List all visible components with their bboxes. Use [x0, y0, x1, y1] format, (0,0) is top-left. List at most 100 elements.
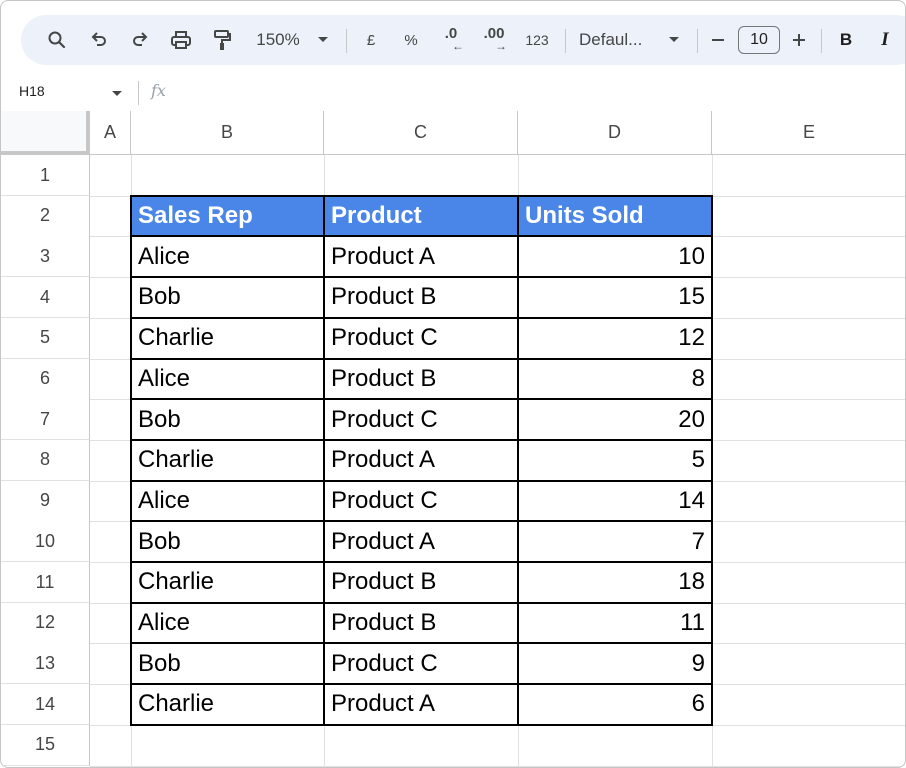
table-cell[interactable]: 12 [518, 318, 712, 359]
row-header-6[interactable]: 6 [1, 358, 90, 400]
table-cell[interactable]: 6 [518, 684, 712, 725]
cell-reference: H18 [19, 83, 45, 99]
table-cell[interactable]: Bob [131, 521, 324, 562]
table-cell[interactable]: 20 [518, 399, 712, 440]
table-cell[interactable]: Product A [324, 236, 518, 277]
sheet-grid[interactable]: A B C D E 1 2 3 4 5 6 7 8 9 10 11 12 13 14 15 Sales Rep Produ… [1, 111, 905, 767]
decrease-decimal-button[interactable]: .0 ← [435, 15, 467, 65]
table-cell[interactable]: Product B [324, 359, 518, 400]
font-select[interactable]: Defaul... [579, 15, 655, 65]
table-cell[interactable]: Charlie [131, 318, 324, 359]
currency-label: £ [366, 31, 376, 49]
percent-format-button[interactable]: % [399, 15, 423, 65]
row-header-12[interactable]: 12 [1, 602, 90, 644]
toolbar: 150% £ % .0 ← .00 → 123 Defaul... 10 B I [21, 15, 905, 65]
table-cell[interactable]: 10 [518, 236, 712, 277]
table-cell[interactable]: Alice [131, 359, 324, 400]
table-border [130, 642, 713, 645]
zoom-select[interactable]: 150% [249, 15, 307, 65]
table-cell[interactable]: Charlie [131, 440, 324, 481]
table-cell[interactable]: 11 [518, 603, 712, 644]
column-header-b[interactable]: B [131, 111, 324, 155]
font-size-input[interactable]: 10 [738, 26, 780, 54]
table-cell[interactable]: 15 [518, 277, 712, 318]
name-box[interactable]: H18 [19, 83, 45, 99]
table-cell[interactable]: Product C [324, 643, 518, 684]
print-icon[interactable] [167, 15, 195, 65]
table-header-cell[interactable]: Product [324, 195, 518, 237]
paint-format-icon[interactable] [208, 15, 236, 65]
increase-font-size-icon[interactable] [788, 15, 810, 65]
column-header-a[interactable]: A [90, 111, 131, 155]
number-format-button[interactable]: 123 [521, 15, 553, 65]
table-cell[interactable]: Product C [324, 318, 518, 359]
italic-label: I [881, 29, 889, 50]
row-header-9[interactable]: 9 [1, 480, 90, 522]
table-cell[interactable]: 8 [518, 359, 712, 400]
search-icon[interactable] [43, 15, 71, 65]
row-header-1[interactable]: 1 [1, 155, 90, 196]
row-header-10[interactable]: 10 [1, 521, 90, 563]
table-cell[interactable]: Charlie [131, 562, 324, 603]
decrease-font-size-icon[interactable] [707, 15, 729, 65]
table-cell[interactable]: 9 [518, 643, 712, 684]
table-cell[interactable]: Product C [324, 481, 518, 522]
table-cell[interactable]: 18 [518, 562, 712, 603]
table-cell[interactable]: Product B [324, 603, 518, 644]
table-cell[interactable]: Product A [324, 684, 518, 725]
table-cell[interactable]: Product A [324, 440, 518, 481]
toolbar-divider [697, 29, 698, 53]
table-border [130, 479, 713, 482]
table-border [130, 683, 713, 686]
select-all-corner[interactable] [1, 111, 90, 155]
table-cell[interactable]: Alice [131, 603, 324, 644]
row-header-15[interactable]: 15 [1, 724, 90, 766]
italic-button[interactable]: I [874, 15, 896, 65]
font-value: Defaul... [579, 30, 643, 49]
percent-label: % [404, 31, 418, 49]
toolbar-divider [346, 29, 347, 53]
bold-button[interactable]: B [835, 15, 857, 65]
table-border [130, 194, 713, 197]
row-header-11[interactable]: 11 [1, 562, 90, 603]
font-size-value: 10 [750, 31, 768, 48]
increase-decimal-button[interactable]: .00 → [477, 15, 511, 65]
table-cell[interactable]: Product C [324, 399, 518, 440]
toolbar-divider [821, 29, 822, 53]
undo-icon[interactable] [85, 15, 113, 65]
row-header-2[interactable]: 2 [1, 195, 90, 237]
table-cell[interactable]: Product B [324, 277, 518, 318]
table-cell[interactable]: Bob [131, 277, 324, 318]
zoom-dropdown-icon[interactable] [313, 15, 333, 65]
table-cell[interactable]: Alice [131, 481, 324, 522]
table-cell[interactable]: 7 [518, 521, 712, 562]
row-header-13[interactable]: 13 [1, 643, 90, 685]
column-header-c[interactable]: C [324, 111, 518, 155]
row-header-14[interactable]: 14 [1, 684, 90, 726]
column-header-e[interactable]: E [712, 111, 905, 155]
redo-icon[interactable] [126, 15, 154, 65]
table-cell[interactable]: Alice [131, 236, 324, 277]
table-cell[interactable]: Product A [324, 521, 518, 562]
column-header-d[interactable]: D [518, 111, 712, 155]
table-header-cell[interactable]: Sales Rep [131, 195, 324, 237]
currency-format-button[interactable]: £ [359, 15, 383, 65]
row-header-8[interactable]: 8 [1, 439, 90, 481]
spreadsheet-window: 150% £ % .0 ← .00 → 123 Defaul... 10 B I [0, 0, 906, 768]
table-cell[interactable]: 14 [518, 481, 712, 522]
table-border [130, 316, 713, 319]
table-cell[interactable]: Product B [324, 562, 518, 603]
table-cell[interactable]: Bob [131, 643, 324, 684]
table-border [130, 561, 713, 563]
table-cell[interactable]: Bob [131, 399, 324, 440]
row-header-4[interactable]: 4 [1, 277, 90, 319]
row-header-5[interactable]: 5 [1, 317, 90, 359]
arrow-right-icon: → [495, 39, 507, 53]
table-header-cell[interactable]: Units Sold [518, 195, 712, 237]
table-cell[interactable]: Charlie [131, 684, 324, 725]
row-header-7[interactable]: 7 [1, 399, 90, 441]
name-box-dropdown-icon[interactable] [111, 85, 123, 103]
font-dropdown-icon[interactable] [664, 15, 684, 65]
table-cell[interactable]: 5 [518, 440, 712, 481]
row-header-3[interactable]: 3 [1, 236, 90, 278]
